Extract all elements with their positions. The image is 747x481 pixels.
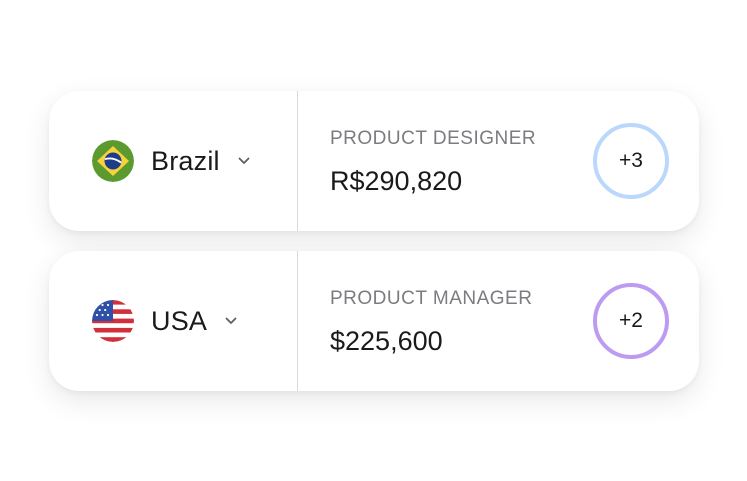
country-dropdown-usa[interactable]: USA [49, 251, 298, 391]
chevron-down-icon [225, 317, 237, 324]
role-salary-block: PRODUCT MANAGER $225,600 +2 [298, 251, 699, 391]
usa-flag-icon [92, 300, 134, 342]
salary-amount: $225,600 [330, 326, 443, 356]
chevron-down-icon [238, 157, 250, 164]
count-badge[interactable]: +2 [593, 283, 669, 359]
salary-card-brazil: Brazil PRODUCT DESIGNER R$290,820 +3 [49, 91, 699, 231]
country-dropdown-brazil[interactable]: Brazil [49, 91, 298, 231]
salary-amount: R$290,820 [330, 166, 463, 196]
count-badge[interactable]: +3 [593, 123, 669, 199]
country-name: USA [151, 305, 208, 336]
role-title: PRODUCT MANAGER [330, 288, 533, 309]
role-salary-block: PRODUCT DESIGNER R$290,820 +3 [298, 91, 699, 231]
salary-cards: Brazil PRODUCT DESIGNER R$290,820 +3 USA… [0, 0, 747, 481]
role-title: PRODUCT DESIGNER [330, 128, 537, 149]
salary-card-usa: USA PRODUCT MANAGER $225,600 +2 [49, 251, 699, 391]
brazil-flag-icon [92, 140, 134, 182]
country-name: Brazil [151, 145, 220, 176]
